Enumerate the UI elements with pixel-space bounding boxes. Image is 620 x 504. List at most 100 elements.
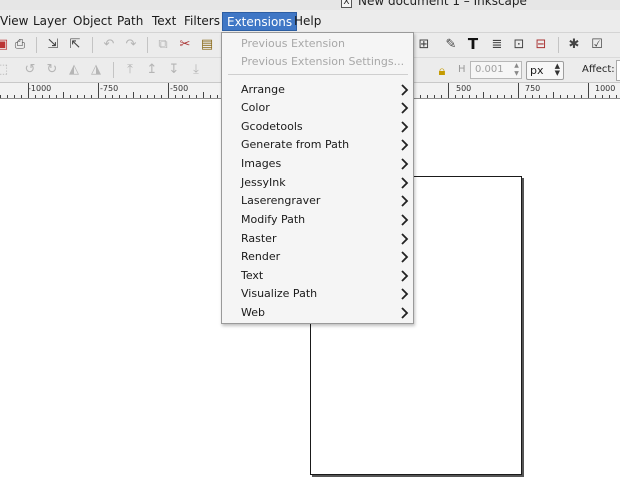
- ruler-tick: [462, 95, 463, 98]
- menu-item-generate-from-path[interactable]: Generate from Path: [223, 136, 413, 154]
- align-distribute-icon[interactable]: ⊟: [533, 37, 549, 53]
- menu-item-color[interactable]: Color: [223, 99, 413, 117]
- menu-item-text[interactable]: Text: [223, 267, 413, 285]
- menu-item-arrange[interactable]: Arrange: [223, 81, 413, 99]
- ruler-tick: [21, 95, 22, 98]
- x-window-icon[interactable]: X: [341, 0, 352, 8]
- menu-bar: View Layer Object Path Text Filters Exte…: [0, 10, 620, 33]
- ruler-tick: [140, 95, 141, 98]
- ruler-tick: [70, 95, 71, 98]
- menu-item-label: JessyInk: [241, 176, 286, 189]
- object-properties-icon[interactable]: ⊡: [511, 37, 527, 53]
- ruler-tick: [147, 95, 148, 98]
- menu-item-label: Color: [241, 101, 270, 114]
- ruler-tick: [189, 95, 190, 98]
- import-icon[interactable]: ⇲: [45, 37, 61, 53]
- ruler-tick: [427, 95, 428, 98]
- lower-to-bottom-icon[interactable]: ⤓: [188, 62, 204, 78]
- xml-editor-icon[interactable]: ✎: [443, 37, 459, 53]
- menu-item-laserengraver[interactable]: Laserengraver: [223, 192, 413, 210]
- ruler-tick: [511, 95, 512, 98]
- menu-item-web[interactable]: Web: [223, 304, 413, 322]
- ruler-tick: [14, 95, 15, 98]
- unit-select[interactable]: px ▲ ▼: [526, 61, 564, 80]
- ruler-label: 500: [456, 84, 472, 93]
- ruler-tick: [609, 95, 610, 98]
- menu-layer[interactable]: Layer: [33, 13, 66, 30]
- previous-extension-settings-item[interactable]: Previous Extension Settings...: [241, 55, 404, 68]
- save-icon[interactable]: ▣: [0, 37, 10, 53]
- ruler-tick: [161, 95, 162, 98]
- cut-icon[interactable]: ✂: [177, 37, 193, 53]
- ruler-tick: [567, 95, 568, 98]
- previous-extension-item[interactable]: Previous Extension: [241, 37, 345, 50]
- text-font-icon[interactable]: T: [465, 36, 481, 52]
- flip-horizontal-icon[interactable]: ◭: [66, 62, 82, 78]
- ruler-tick: [581, 95, 582, 98]
- document-properties-icon[interactable]: ☑: [589, 37, 605, 53]
- ruler-tick: [91, 95, 92, 98]
- menu-item-label: Laserengraver: [241, 194, 321, 207]
- menu-extensions[interactable]: Extensions: [222, 12, 298, 31]
- chevron-right-icon: [401, 307, 409, 319]
- ruler-tick: [553, 92, 554, 98]
- redo-icon[interactable]: ↷: [123, 37, 139, 53]
- ruler-tick: [119, 95, 120, 98]
- window-title: New document 1 – Inkscape: [358, 0, 527, 8]
- preferences-icon[interactable]: ✱: [566, 37, 582, 53]
- ruler-tick: [434, 95, 435, 98]
- layers-icon[interactable]: ≣: [489, 37, 505, 53]
- ruler-tick: [28, 83, 29, 98]
- menu-item-modify-path[interactable]: Modify Path: [223, 211, 413, 229]
- menu-filters[interactable]: Filters: [184, 13, 220, 30]
- ruler-tick: [196, 95, 197, 98]
- menu-item-jessyink[interactable]: JessyInk: [223, 174, 413, 192]
- flip-vertical-icon[interactable]: ◮: [88, 62, 104, 78]
- menu-item-gcodetools[interactable]: Gcodetools: [223, 118, 413, 136]
- toolbar-separator: [558, 37, 559, 53]
- menu-object[interactable]: Object: [73, 13, 112, 30]
- raise-icon[interactable]: ↥: [144, 62, 160, 78]
- ruler-tick: [497, 95, 498, 98]
- rotate-cw-icon[interactable]: ↻: [44, 62, 60, 78]
- ruler-tick: [532, 95, 533, 98]
- ruler-tick: [168, 83, 169, 98]
- menu-text[interactable]: Text: [152, 13, 176, 30]
- print-icon[interactable]: ⎙: [12, 37, 28, 53]
- ruler-tick: [77, 95, 78, 98]
- ruler-tick: [49, 95, 50, 98]
- copy-icon[interactable]: ⧉: [155, 37, 171, 53]
- rotate-ccw-icon[interactable]: ↺: [22, 62, 38, 78]
- lock-icon[interactable]: 🔒︎: [434, 64, 450, 80]
- height-label: H: [458, 64, 466, 75]
- lower-icon[interactable]: ↧: [166, 62, 182, 78]
- ruler-tick: [504, 95, 505, 98]
- ruler-tick: [98, 83, 99, 98]
- ruler-tick: [126, 95, 127, 98]
- ruler-label: -750: [100, 84, 119, 93]
- toolbar-separator: [92, 37, 93, 53]
- select-all-icon[interactable]: ⬚: [0, 62, 10, 78]
- raise-to-top-icon[interactable]: ⤒: [122, 62, 138, 78]
- menu-view[interactable]: View: [0, 13, 28, 30]
- menu-item-label: Raster: [241, 232, 277, 245]
- paste-icon[interactable]: ▤: [199, 37, 215, 53]
- extensions-menu: Previous Extension Previous Extension Se…: [221, 32, 414, 324]
- menu-help[interactable]: Help: [294, 13, 321, 30]
- menu-item-label: Web: [241, 306, 265, 319]
- height-spinner[interactable]: ▲ ▼: [512, 62, 521, 78]
- menu-item-label: Arrange: [241, 83, 285, 96]
- menu-item-raster[interactable]: Raster: [223, 230, 413, 248]
- export-icon[interactable]: ⇱: [67, 37, 83, 53]
- menu-item-render[interactable]: Render: [223, 248, 413, 266]
- menu-item-label: Visualize Path: [241, 287, 318, 300]
- ruler-tick: [182, 95, 183, 98]
- zoom-selection-icon[interactable]: ⊞: [416, 37, 432, 53]
- chevron-right-icon: [401, 158, 409, 170]
- undo-icon[interactable]: ↶: [101, 37, 117, 53]
- menu-item-images[interactable]: Images: [223, 155, 413, 173]
- affect-toggle[interactable]: [616, 60, 620, 81]
- ruler-tick: [525, 95, 526, 98]
- menu-item-visualize-path[interactable]: Visualize Path: [223, 285, 413, 303]
- menu-path[interactable]: Path: [117, 13, 143, 30]
